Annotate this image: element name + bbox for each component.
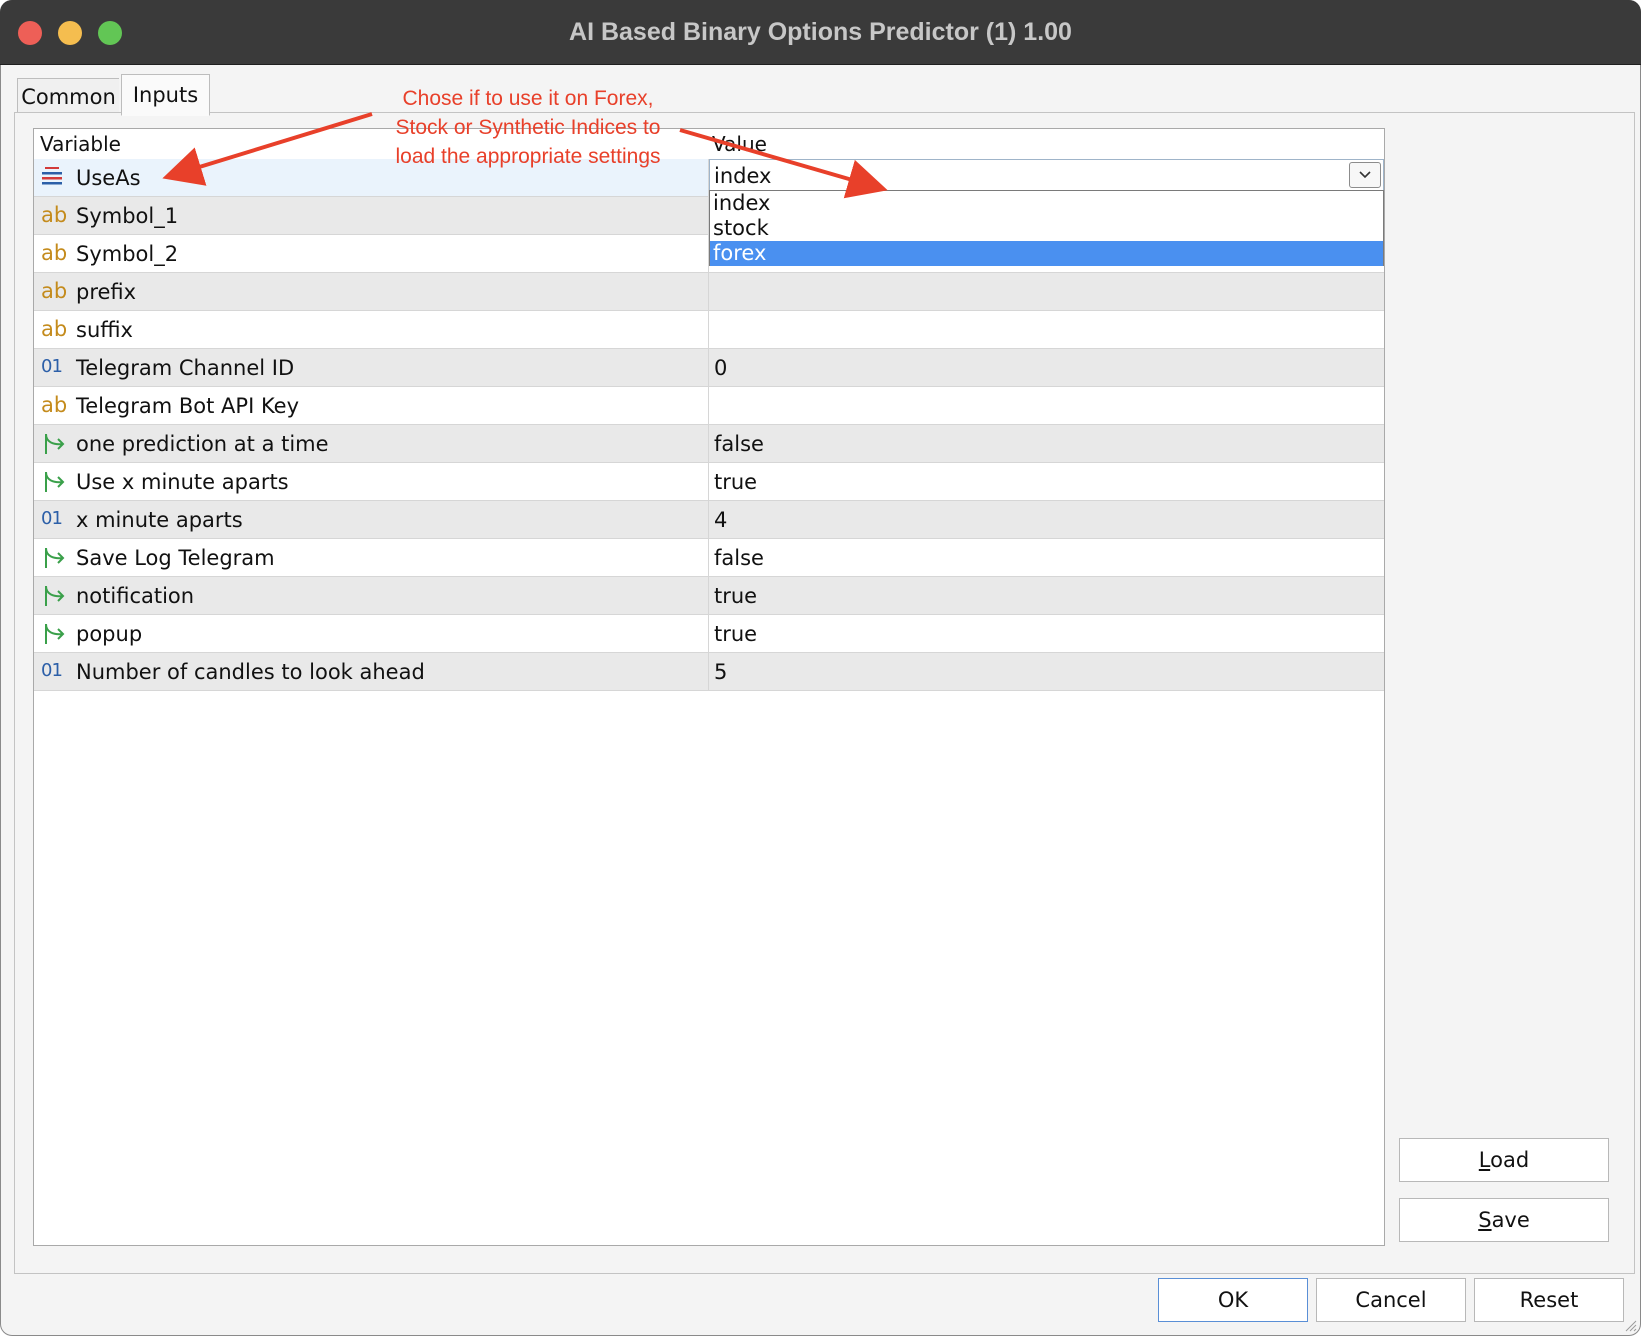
resize-grip-icon[interactable] [1621,1316,1637,1332]
column-divider [708,311,709,348]
column-header-variable[interactable]: Variable [40,129,121,159]
variable-name: one prediction at a time [76,432,329,456]
string-icon: ab [41,203,68,227]
variable-name: prefix [76,280,137,304]
table-row[interactable]: 01 Telegram Channel ID 0 [34,349,1384,387]
save-button-mnemonic: S [1478,1208,1492,1232]
bool-icon [41,582,67,608]
variable-value[interactable]: 0 [714,349,727,386]
variable-value[interactable]: 5 [714,653,727,690]
load-button-label: oad [1490,1148,1530,1172]
window-title: AI Based Binary Options Predictor (1) 1.… [569,18,1072,46]
variable-name: Save Log Telegram [76,546,275,570]
table-row[interactable]: ab Telegram Bot API Key [34,387,1384,425]
variable-name: suffix [76,318,133,342]
variable-name: Number of candles to look ahead [76,660,425,684]
dialog-window: AI Based Binary Options Predictor (1) 1.… [0,0,1641,1336]
variable-name: popup [76,622,143,646]
variable-value[interactable]: true [714,463,757,500]
combobox-value: index [714,164,772,188]
table-row[interactable]: popup true [34,615,1384,653]
variable-name: Telegram Bot API Key [76,394,300,418]
variable-value[interactable]: false [714,425,764,462]
reset-button[interactable]: Reset [1474,1278,1624,1322]
chevron-down-icon[interactable] [1349,162,1381,188]
variable-value[interactable]: 4 [714,501,727,538]
table-row[interactable]: ab suffix [34,311,1384,349]
string-icon: ab [41,393,68,417]
column-divider [708,463,709,500]
table-row[interactable]: Save Log Telegram false [34,539,1384,577]
save-button[interactable]: Save [1399,1198,1609,1242]
column-divider [708,349,709,386]
dropdown-option-stock[interactable]: stock [710,216,1383,241]
variable-name: x minute aparts [76,508,243,532]
dropdown-option-forex[interactable]: forex [710,241,1383,266]
variable-name: Symbol_1 [76,204,179,228]
variable-name: Use x minute aparts [76,470,289,494]
variable-value[interactable]: false [714,539,764,576]
load-button-mnemonic: L [1478,1148,1491,1172]
ok-button[interactable]: OK [1158,1278,1308,1322]
useas-dropdown-list: index stock forex [709,190,1384,266]
column-divider [708,577,709,614]
bool-icon [41,544,67,570]
variable-value[interactable]: true [714,577,757,614]
integer-icon: 01 [41,508,63,529]
bool-icon [41,468,67,494]
table-row[interactable]: ab prefix [34,273,1384,311]
column-divider [708,387,709,424]
column-divider [708,539,709,576]
table-row[interactable]: one prediction at a time false [34,425,1384,463]
tab-common[interactable]: Common [17,78,119,116]
variable-name: notification [76,584,195,608]
useas-combobox[interactable]: index [709,159,1384,191]
cancel-button[interactable]: Cancel [1316,1278,1466,1322]
tab-inputs[interactable]: Inputs [121,74,210,116]
variable-name: Symbol_2 [76,242,179,266]
inputs-grid: Variable Value UseAs index ab Symbol_1 a… [33,128,1385,1246]
column-divider [708,273,709,310]
column-divider [708,501,709,538]
variable-name: Telegram Channel ID [76,356,295,380]
title-bar[interactable]: AI Based Binary Options Predictor (1) 1.… [0,0,1641,65]
column-divider [708,425,709,462]
annotation-text: Chose if to use it on Forex, Stock or Sy… [378,84,678,171]
string-icon: ab [41,241,68,265]
save-button-label: ave [1491,1208,1530,1232]
table-row[interactable]: 01 x minute aparts 4 [34,501,1384,539]
table-row[interactable]: 01 Number of candles to look ahead 5 [34,653,1384,691]
string-icon: ab [41,279,68,303]
table-row[interactable]: Use x minute aparts true [34,463,1384,501]
annotation-line: Chose if to use it on Forex, [402,87,654,110]
variable-value[interactable]: true [714,615,757,652]
annotation-line: Stock or Synthetic Indices to [395,116,661,139]
column-divider [708,615,709,652]
enum-icon [41,164,67,190]
load-button[interactable]: Load [1399,1138,1609,1182]
bool-icon [41,430,67,456]
variable-name: UseAs [76,166,141,190]
column-header-value[interactable]: Value [712,129,767,159]
integer-icon: 01 [41,660,63,681]
bool-icon [41,620,67,646]
dropdown-option-index[interactable]: index [710,191,1383,216]
annotation-line: load the appropriate settings [395,145,661,168]
string-icon: ab [41,317,68,341]
column-divider [708,653,709,690]
table-row[interactable]: notification true [34,577,1384,615]
integer-icon: 01 [41,356,63,377]
